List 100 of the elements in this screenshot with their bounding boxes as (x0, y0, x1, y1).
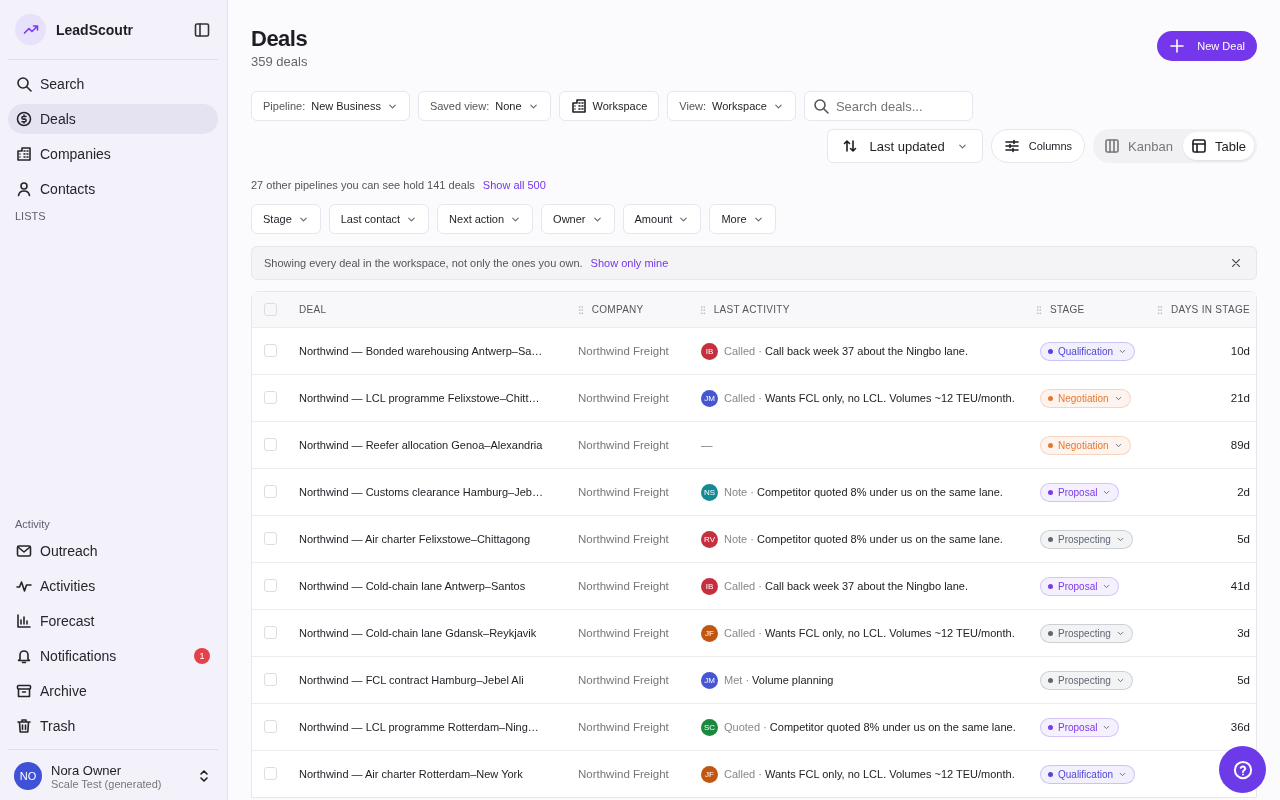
table-icon (1190, 138, 1207, 154)
filter-dropdown[interactable]: Last contact (328, 204, 430, 234)
user-avatar: JF (701, 765, 718, 783)
user-avatar: SC (701, 718, 718, 736)
column-header[interactable]: COMPANY (575, 304, 687, 315)
show-only-mine-link[interactable]: Show only mine (590, 257, 669, 269)
table-cell-text: 5d (1236, 533, 1251, 545)
show-all-link[interactable]: Show all 500 (482, 179, 546, 191)
table-cell-text: Northwind — FCL contract Hamburg–Jebel Ali (298, 674, 525, 686)
building-icon (570, 98, 587, 114)
table-cell-text: Northwind Freight (578, 580, 670, 592)
activity-text: Called · Call back week 37 about the Ningbo lane. (724, 580, 968, 592)
stage-dropdown[interactable]: Qualification (1040, 764, 1136, 784)
filter-dropdown[interactable]: Owner (541, 204, 615, 234)
table-cell-text: Northwind — Bonded warehousing Antwerp–Sa… (298, 345, 544, 357)
user-avatar: JM (701, 671, 718, 689)
workspace-button[interactable]: Workspace (558, 91, 660, 121)
filter-dropdown[interactable]: Next action (437, 204, 534, 234)
notification-badge: 1 (194, 648, 210, 664)
help-icon (1232, 759, 1253, 780)
deal-count: 359 deals (251, 54, 308, 69)
activity-text: Called · Call back week 37 about the Ningbo lane. (724, 345, 968, 357)
user-name: Nora Owner (51, 762, 123, 778)
table-cell-text: 21d (1229, 392, 1251, 404)
user-avatar: IB (701, 577, 718, 595)
user-avatar: NO (14, 762, 42, 790)
nav-item[interactable]: Forecast (8, 606, 218, 636)
table-cell-text: Northwind — Air charter Felixstowe–Chittagong (298, 533, 532, 545)
stage-dropdown[interactable]: Qualification (1040, 341, 1136, 361)
trash-icon (16, 718, 32, 734)
sort-icon (841, 138, 858, 154)
stage-dropdown[interactable]: Proposal (1040, 482, 1120, 502)
stage-dropdown[interactable]: Prospecting (1040, 670, 1133, 690)
table-cell-text: 3d (1236, 627, 1251, 639)
saved-view-dropdown[interactable]: Saved view: None (417, 91, 551, 121)
nav-item[interactable]: Companies (8, 139, 218, 169)
workspace-name: Scale Test (generated) (51, 777, 163, 790)
user-avatar: IB (701, 342, 718, 360)
nav-item[interactable]: Trash (8, 711, 218, 741)
mail-icon (16, 543, 32, 559)
archive-icon (16, 683, 32, 699)
table-cell-text: 2d (1236, 486, 1251, 498)
table-cell-text: 36d (1229, 721, 1251, 733)
nav-item[interactable]: Search (8, 69, 218, 99)
search-field[interactable]: Search deals... (803, 91, 973, 121)
view-dropdown[interactable]: View: Workspace (667, 91, 796, 121)
table-cell-text: Northwind — Air charter Rotterdam–New York (298, 768, 524, 780)
table-cell-text: Northwind Freight (578, 486, 670, 498)
nav-item[interactable]: Activities (8, 571, 218, 601)
activity-text: Met · Volume planning (724, 674, 834, 686)
page-title: Deals (251, 26, 308, 52)
filter-dropdown[interactable]: Stage (251, 204, 321, 234)
table-cell-text: Northwind Freight (578, 439, 670, 451)
bell-icon (16, 648, 32, 664)
view-tab[interactable]: Table (1182, 132, 1254, 160)
activity-text: Called · Wants FCL only, no LCL. Volumes ~12 TEU/month. (724, 627, 1015, 639)
table-cell-text: 41d (1229, 580, 1251, 592)
table-cell-text: Northwind Freight (578, 768, 670, 780)
nav-item[interactable]: Archive (8, 676, 218, 706)
new-deal-button[interactable]: New Deal (1157, 31, 1257, 61)
bar-chart-icon (16, 613, 32, 629)
table-cell-text: Northwind Freight (578, 627, 670, 639)
pipeline-dropdown[interactable]: Pipeline: New Business (251, 91, 410, 121)
table-cell-text: Northwind Freight (578, 721, 670, 733)
activity-text: Quoted · Competitor quoted 8% under us on the same lane. (724, 721, 1016, 733)
search-icon (16, 76, 32, 92)
activity-text: Called · Wants FCL only, no LCL. Volumes ~12 TEU/month. (724, 392, 1015, 404)
table-cell-text: Northwind Freight (578, 392, 670, 404)
nav-item[interactable]: Contacts (8, 174, 218, 204)
nav-item[interactable]: Outreach (8, 536, 218, 566)
column-header[interactable]: DEAL (288, 304, 576, 315)
columns-button[interactable]: Columns (990, 129, 1086, 163)
column-header[interactable]: STAGE (1033, 304, 1155, 315)
filter-dropdown[interactable]: Amount (622, 204, 702, 234)
activity-text: Called · Wants FCL only, no LCL. Volumes ~12 TEU/month. (724, 768, 1015, 780)
user-menu[interactable]: NO Nora Owner Scale Test (generated) (8, 749, 218, 790)
table-cell-text: 10d (1229, 345, 1251, 357)
building-icon (16, 146, 32, 162)
sort-dropdown[interactable]: Last updated (826, 129, 983, 163)
table-cell-text: Northwind — LCL programme Rotterdam–Ning… (298, 721, 540, 733)
table-cell-text: Northwind — Cold-chain lane Antwerp–Santos (298, 580, 527, 592)
filter-dropdown[interactable]: More (709, 204, 776, 234)
nav-item[interactable]: Deals (8, 104, 218, 134)
stage-dropdown[interactable]: Prospecting (1040, 529, 1133, 549)
stage-dropdown[interactable]: Prospecting (1040, 623, 1133, 643)
pipelines-note: 27 other pipelines you can see hold 141 deals (251, 179, 475, 191)
stage-dropdown[interactable]: Proposal (1040, 717, 1120, 737)
stage-dropdown[interactable]: Proposal (1040, 576, 1120, 596)
columns-icon (1104, 138, 1121, 154)
user-avatar: JM (701, 389, 718, 407)
view-tab[interactable]: Kanban (1096, 132, 1181, 160)
table-cell-text: Northwind — Cold-chain lane Gdansk–Reykjavik (298, 627, 538, 639)
column-header[interactable]: DAYS IN STAGE (1154, 304, 1256, 315)
sidebar-toggle-icon (194, 21, 210, 38)
nav-item[interactable]: Notifications 1 (8, 641, 218, 671)
table-cell-text: Northwind — Customs clearance Hamburg–Jeb… (298, 486, 544, 498)
table-cell-text: Northwind Freight (578, 533, 670, 545)
section-heading: LISTS (14, 209, 47, 224)
column-header[interactable]: LAST ACTIVITY (686, 304, 1034, 315)
pulse-icon (16, 578, 32, 594)
